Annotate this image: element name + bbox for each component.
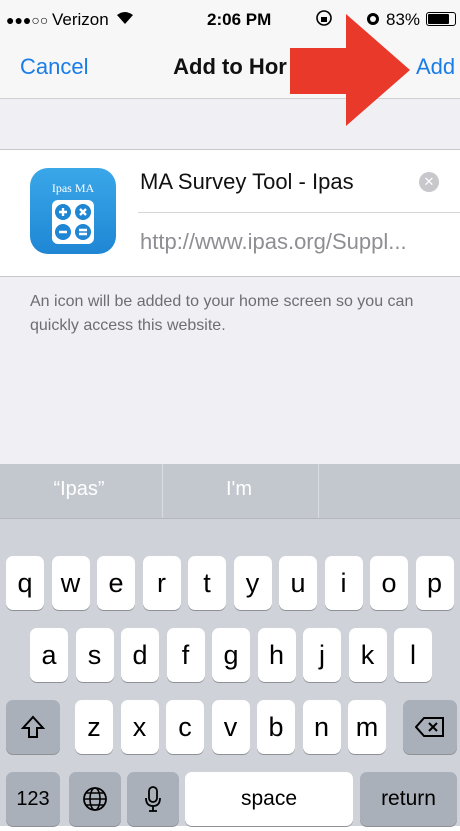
cancel-button[interactable]: Cancel xyxy=(20,54,88,80)
key-e[interactable]: e xyxy=(97,556,135,610)
key-n[interactable]: n xyxy=(302,700,341,754)
globe-key[interactable] xyxy=(69,772,121,826)
arrow-shape xyxy=(290,14,410,126)
clock-time: 2:06 PM xyxy=(207,10,272,29)
key-v[interactable]: v xyxy=(211,700,250,754)
key-d[interactable]: d xyxy=(121,628,159,682)
carrier-name: Verizon xyxy=(52,10,109,29)
key-j[interactable]: j xyxy=(303,628,341,682)
key-q[interactable]: q xyxy=(6,556,44,610)
key-y[interactable]: y xyxy=(233,556,272,610)
key-k[interactable]: k xyxy=(348,628,387,682)
field-divider xyxy=(138,212,460,213)
backspace-key[interactable] xyxy=(403,700,457,754)
key-z[interactable]: z xyxy=(75,700,113,754)
suggestion-divider xyxy=(162,464,163,518)
return-key[interactable]: return xyxy=(360,772,457,826)
key-w[interactable]: w xyxy=(51,556,90,610)
numbers-key[interactable]: 123 xyxy=(6,772,60,826)
key-a[interactable]: a xyxy=(30,628,68,682)
key-f[interactable]: f xyxy=(166,628,205,682)
key-r[interactable]: r xyxy=(142,556,181,610)
key-t[interactable]: t xyxy=(188,556,226,610)
space-key[interactable]: space xyxy=(185,772,353,826)
signal-strength: ●●●○○ xyxy=(6,12,49,28)
key-h[interactable]: h xyxy=(257,628,296,682)
suggestion-bar: “Ipas” I'm xyxy=(0,464,460,519)
key-x[interactable]: x xyxy=(120,700,159,754)
hint-text: An icon will be added to your home scree… xyxy=(30,293,414,334)
key-c[interactable]: c xyxy=(166,700,204,754)
shift-key[interactable] xyxy=(6,700,60,754)
key-o[interactable]: o xyxy=(370,556,408,610)
red-arrow-annotation xyxy=(290,14,410,126)
key-u[interactable]: u xyxy=(279,556,317,610)
app-icon-label: Ipas MA xyxy=(51,181,95,195)
key-i[interactable]: i xyxy=(324,556,363,610)
suggestion-divider xyxy=(318,464,319,518)
bookmark-name-field[interactable]: MA Survey Tool - Ipas xyxy=(140,169,354,195)
clear-text-button[interactable]: ✕ xyxy=(419,172,439,192)
app-icon: Ipas MA xyxy=(30,168,116,254)
key-s[interactable]: s xyxy=(75,628,114,682)
calculator-icon xyxy=(52,200,94,244)
microphone-key[interactable] xyxy=(127,772,179,826)
suggestion-1[interactable]: “Ipas” xyxy=(4,478,154,501)
suggestion-2[interactable]: I'm xyxy=(164,478,314,501)
bookmark-url: http://www.ipas.org/Suppl... xyxy=(140,229,407,254)
key-l[interactable]: l xyxy=(394,628,432,682)
wifi-icon xyxy=(116,10,134,30)
battery-level xyxy=(428,14,449,24)
key-p[interactable]: p xyxy=(415,556,454,610)
key-b[interactable]: b xyxy=(257,700,295,754)
add-button[interactable]: Add xyxy=(416,54,455,80)
key-g[interactable]: g xyxy=(212,628,250,682)
key-m[interactable]: m xyxy=(348,700,386,754)
battery-icon xyxy=(426,12,456,26)
